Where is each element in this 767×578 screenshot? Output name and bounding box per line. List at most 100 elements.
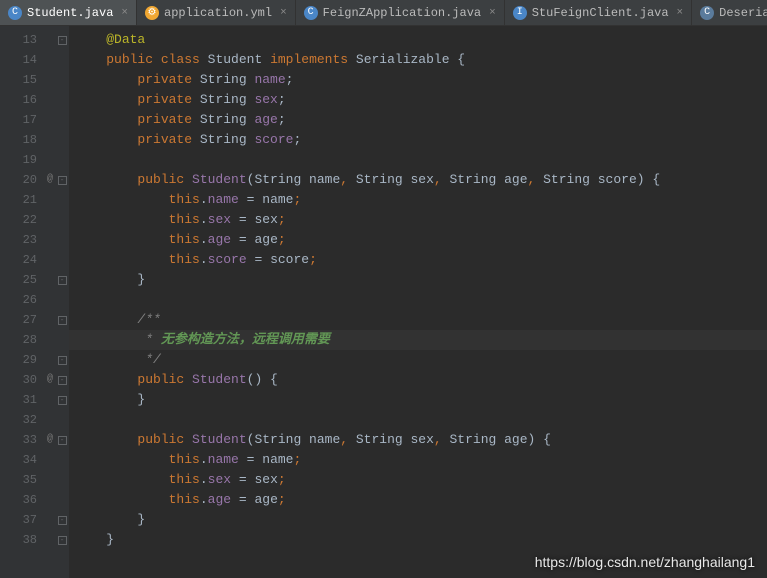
tab-stufeignclient-java[interactable]: IStuFeignClient.java× — [505, 0, 692, 25]
code-line[interactable]: private String age; — [69, 110, 767, 130]
code-token: String score) { — [543, 172, 660, 187]
override-marker-icon[interactable]: @ — [47, 370, 53, 390]
code-token: . — [200, 492, 208, 507]
code-token — [75, 112, 137, 127]
close-icon[interactable]: × — [280, 7, 287, 19]
code-token: name — [208, 192, 239, 207]
fold-cell — [55, 90, 69, 110]
code-line[interactable] — [69, 150, 767, 170]
line-number: 32 — [0, 410, 55, 430]
code-area[interactable]: @Data public class Student implements Se… — [69, 26, 767, 578]
code-token: . — [200, 192, 208, 207]
fold-toggle-icon[interactable]: - — [58, 376, 67, 385]
close-icon[interactable]: × — [489, 7, 496, 19]
fold-toggle-icon[interactable]: - — [58, 176, 67, 185]
code-token: = sex — [231, 212, 278, 227]
code-line[interactable]: this.age = age; — [69, 490, 767, 510]
line-number: 24 — [0, 250, 55, 270]
code-line[interactable]: private String sex; — [69, 90, 767, 110]
fold-cell — [55, 410, 69, 430]
code-line[interactable]: public Student(String name, String sex, … — [69, 170, 767, 190]
code-line[interactable]: @Data — [69, 30, 767, 50]
code-token: private — [137, 132, 199, 147]
code-token — [75, 352, 145, 367]
line-number: 37 — [0, 510, 55, 530]
code-token: Student — [192, 432, 247, 447]
fold-toggle-icon[interactable]: - — [58, 356, 67, 365]
close-icon[interactable]: × — [677, 7, 684, 19]
code-token: ; — [293, 192, 301, 207]
code-token: , — [528, 172, 544, 187]
line-number: 28 — [0, 330, 55, 350]
code-token: */ — [145, 352, 161, 367]
code-line[interactable]: /** — [69, 310, 767, 330]
fold-cell: - — [55, 30, 69, 50]
code-token: this — [169, 472, 200, 487]
code-token: public class — [106, 52, 207, 67]
code-line[interactable]: } — [69, 530, 767, 550]
code-line[interactable]: public Student(String name, String sex, … — [69, 430, 767, 450]
code-line[interactable]: } — [69, 510, 767, 530]
code-token — [75, 132, 137, 147]
fold-toggle-icon[interactable]: - — [58, 516, 67, 525]
code-token: ; — [293, 452, 301, 467]
code-token: . — [200, 252, 208, 267]
code-line[interactable]: * 无参构造方法，远程调用需要 — [69, 330, 767, 350]
code-token: this — [169, 452, 200, 467]
fold-cell — [55, 490, 69, 510]
code-token: } — [75, 272, 145, 287]
fold-cell: - — [55, 370, 69, 390]
code-token: Serializable { — [356, 52, 465, 67]
fold-cell: - — [55, 170, 69, 190]
fold-toggle-icon[interactable]: - — [58, 436, 67, 445]
code-line[interactable]: private String name; — [69, 70, 767, 90]
code-token: = name — [239, 192, 294, 207]
code-token: String sex — [356, 172, 434, 187]
tab-application-yml[interactable]: ⚙application.yml× — [137, 0, 296, 25]
fold-toggle-icon[interactable]: - — [58, 316, 67, 325]
code-token: () { — [247, 372, 278, 387]
tab-deserializationcontext-ja[interactable]: CDeserializationContext.ja× — [692, 0, 767, 25]
code-line[interactable]: this.sex = sex; — [69, 210, 767, 230]
code-token — [75, 32, 106, 47]
code-token: this — [169, 192, 200, 207]
tab-student-java[interactable]: CStudent.java× — [0, 0, 137, 25]
code-token: . — [200, 472, 208, 487]
fold-cell — [55, 250, 69, 270]
code-line[interactable]: this.name = name; — [69, 190, 767, 210]
code-token: } — [75, 532, 114, 547]
fold-cell — [55, 130, 69, 150]
override-marker-icon[interactable]: @ — [47, 170, 53, 190]
fold-toggle-icon[interactable]: - — [58, 36, 67, 45]
code-line[interactable] — [69, 410, 767, 430]
file-icon: C — [8, 6, 22, 20]
fold-cell — [55, 70, 69, 90]
line-number: 31 — [0, 390, 55, 410]
close-icon[interactable]: × — [121, 7, 128, 19]
fold-toggle-icon[interactable]: - — [58, 276, 67, 285]
code-line[interactable]: this.name = name; — [69, 450, 767, 470]
code-line[interactable]: public class Student implements Serializ… — [69, 50, 767, 70]
fold-cell — [55, 290, 69, 310]
code-line[interactable]: } — [69, 390, 767, 410]
code-token: name — [254, 72, 285, 87]
code-line[interactable]: public Student() { — [69, 370, 767, 390]
code-line[interactable]: this.score = score; — [69, 250, 767, 270]
fold-toggle-icon[interactable]: - — [58, 536, 67, 545]
code-line[interactable]: */ — [69, 350, 767, 370]
code-token: /** — [137, 312, 160, 327]
code-line[interactable]: this.sex = sex; — [69, 470, 767, 490]
tab-label: StuFeignClient.java — [532, 6, 669, 20]
code-line[interactable]: } — [69, 270, 767, 290]
code-line[interactable]: private String score; — [69, 130, 767, 150]
line-number: 19 — [0, 150, 55, 170]
fold-toggle-icon[interactable]: - — [58, 396, 67, 405]
code-token: ; — [278, 112, 286, 127]
code-line[interactable] — [69, 290, 767, 310]
override-marker-icon[interactable]: @ — [47, 430, 53, 450]
watermark: https://blog.csdn.net/zhanghailang1 — [535, 554, 755, 570]
tab-feignzapplication-java[interactable]: CFeignZApplication.java× — [296, 0, 505, 25]
code-token: ; — [278, 472, 286, 487]
code-token: Student — [192, 172, 247, 187]
code-line[interactable]: this.age = age; — [69, 230, 767, 250]
